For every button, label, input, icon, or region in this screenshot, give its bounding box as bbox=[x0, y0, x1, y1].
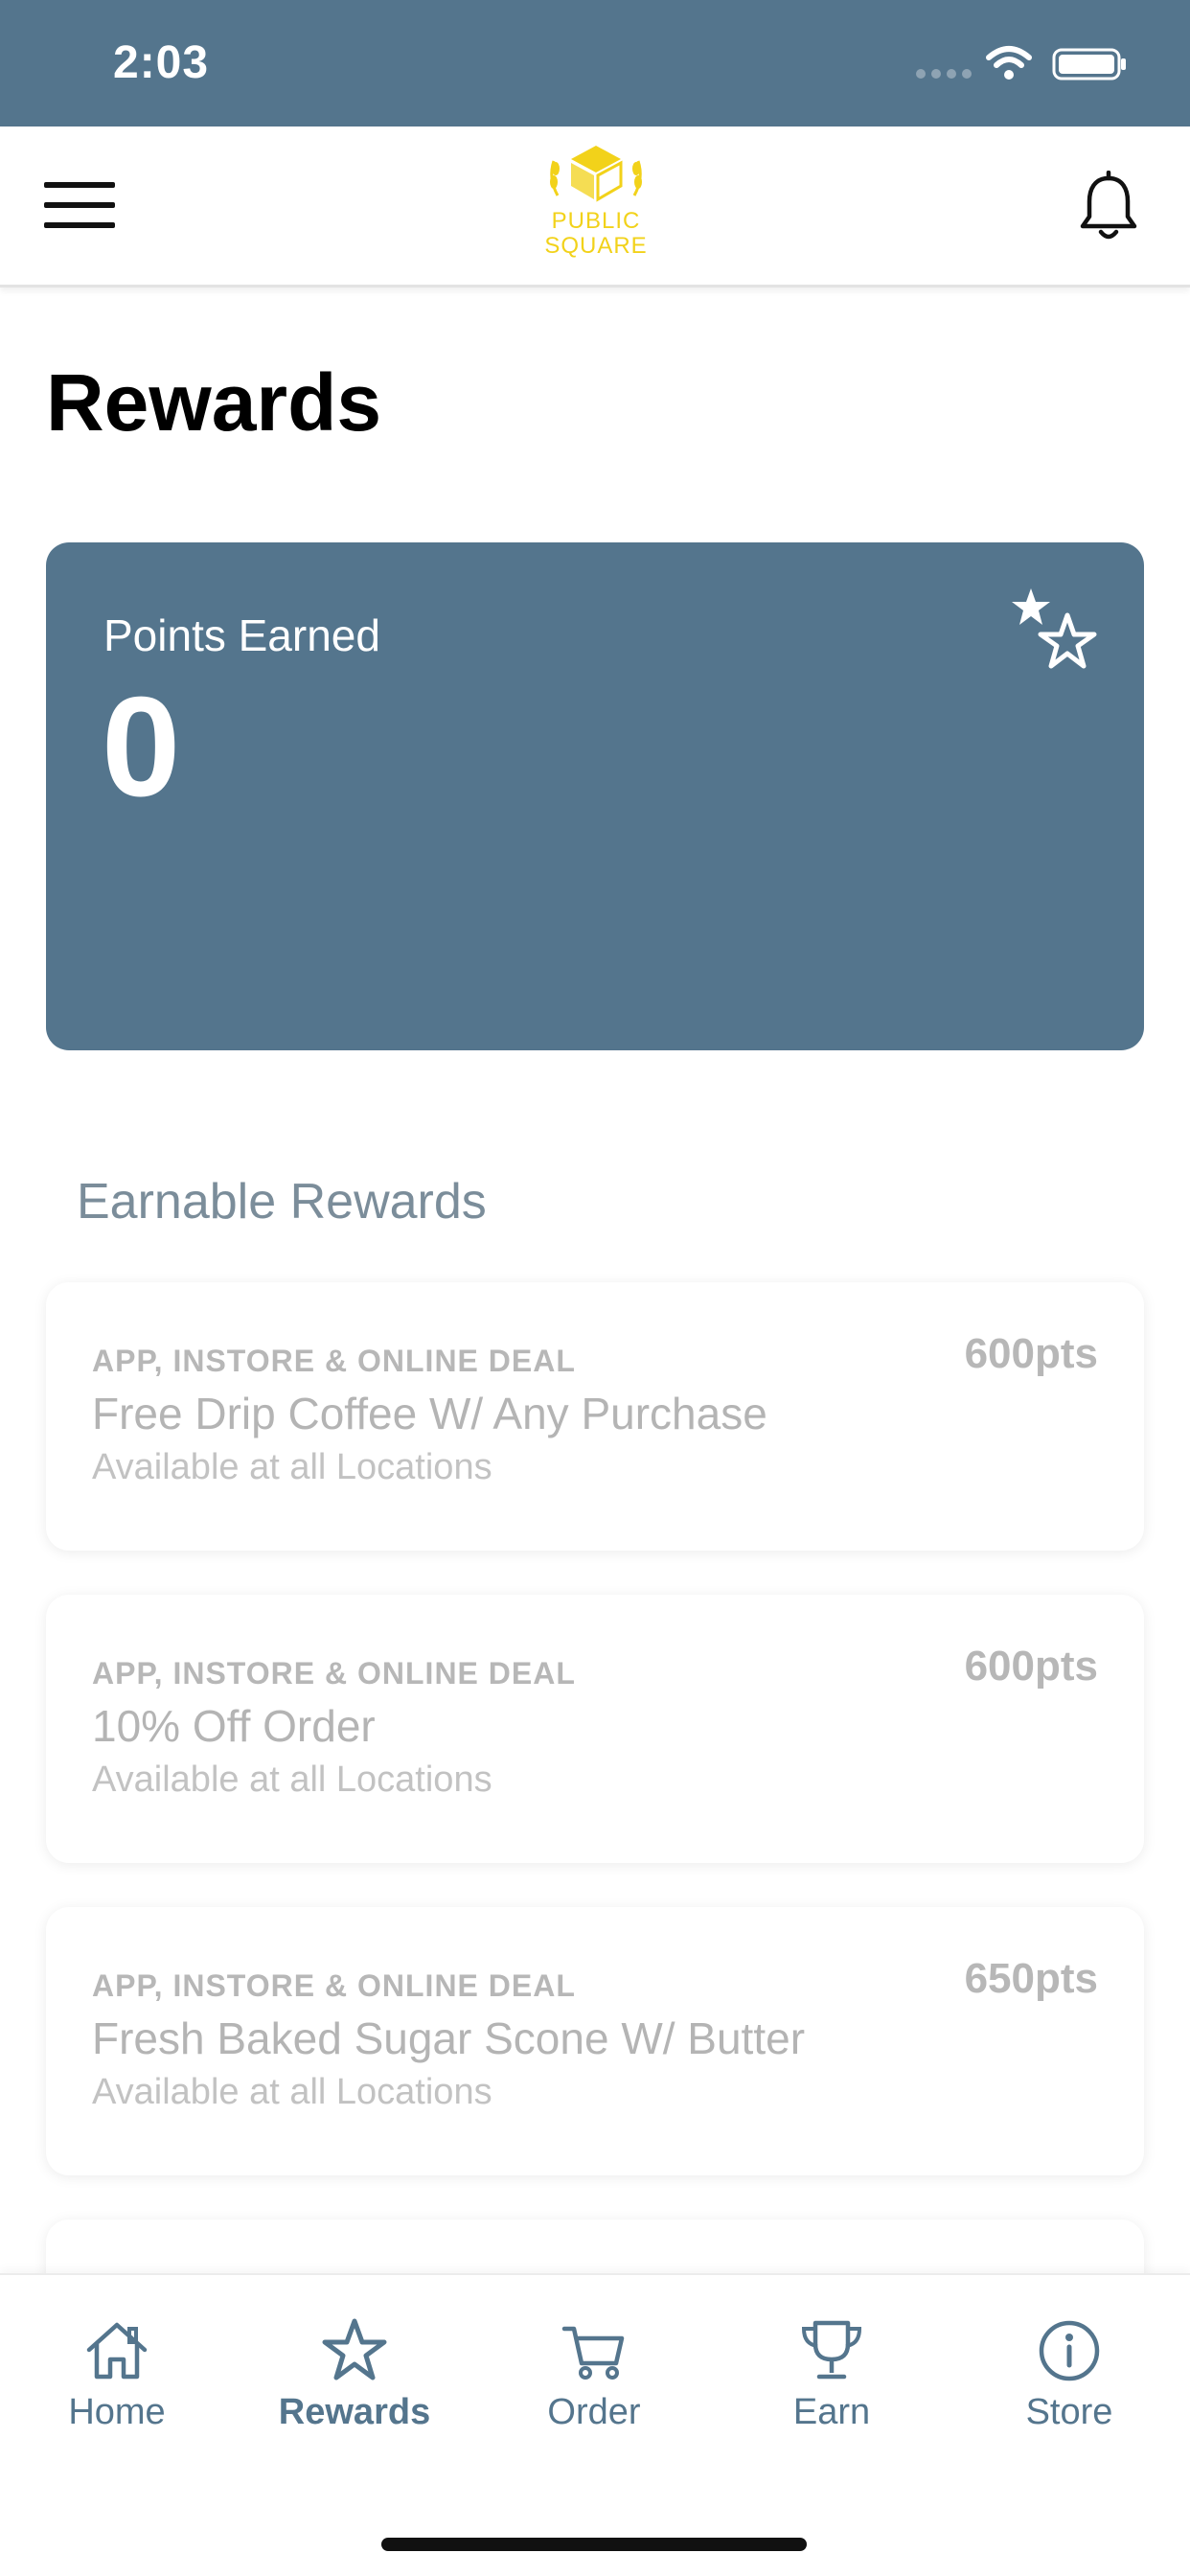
reward-location: Available at all Locations bbox=[92, 1760, 492, 1800]
cart-icon bbox=[561, 2326, 625, 2380]
reward-points: 650pts bbox=[964, 1955, 1098, 2002]
hamburger-menu-icon[interactable] bbox=[44, 182, 115, 234]
earnable-rewards-heading: Earnable Rewards bbox=[77, 1174, 487, 1230]
tab-store-label: Store bbox=[1025, 2392, 1113, 2432]
info-icon bbox=[1039, 2320, 1100, 2381]
reward-type: APP, INSTORE & ONLINE DEAL bbox=[92, 1656, 576, 1690]
star-icon bbox=[322, 2318, 387, 2380]
logo-text-public: PUBLIC bbox=[551, 208, 641, 234]
notification-bell-icon[interactable] bbox=[1077, 171, 1140, 243]
tab-store[interactable]: Store bbox=[973, 2315, 1165, 2440]
points-earned-label: Points Earned bbox=[103, 610, 380, 660]
reward-type: APP, INSTORE & ONLINE DEAL bbox=[92, 1344, 576, 1378]
tab-order-label: Order bbox=[547, 2392, 641, 2432]
reward-card[interactable]: APP, INSTORE & ONLINE DEAL Fresh Baked S… bbox=[46, 1907, 1144, 2175]
logo-text-square: SQUARE bbox=[544, 233, 648, 259]
points-earned-value: 0 bbox=[102, 668, 181, 826]
logo-mark-icon bbox=[550, 146, 642, 202]
wifi-icon bbox=[986, 46, 1032, 80]
reward-title: 10% Off Order bbox=[92, 1701, 376, 1751]
app-header: PUBLIC SQUARE bbox=[0, 126, 1190, 288]
stars-icon bbox=[1012, 588, 1097, 669]
tab-rewards-label: Rewards bbox=[278, 2392, 431, 2432]
tab-home-label: Home bbox=[68, 2392, 166, 2432]
rewards-screen: 2:03 PUBLIC SQUARE Rewards Points Earned… bbox=[0, 0, 1190, 2576]
tab-earn-label: Earn bbox=[792, 2392, 871, 2432]
reward-card[interactable]: APP, INSTORE & ONLINE DEAL 10% Off Order… bbox=[46, 1595, 1144, 1863]
reward-location: Available at all Locations bbox=[92, 2072, 492, 2112]
status-time: 2:03 bbox=[113, 37, 210, 88]
reward-points: 600pts bbox=[964, 1643, 1098, 1690]
tab-home[interactable]: Home bbox=[21, 2315, 213, 2440]
reward-location: Available at all Locations bbox=[92, 1447, 492, 1487]
trophy-icon bbox=[801, 2320, 862, 2380]
battery-icon bbox=[1052, 48, 1126, 80]
reward-card[interactable]: APP, INSTORE & ONLINE DEAL Free Drip Cof… bbox=[46, 1282, 1144, 1551]
bottom-tab-bar: Home Rewards Order Earn Store bbox=[0, 2273, 1190, 2576]
tab-order[interactable]: Order bbox=[498, 2315, 690, 2440]
page-title: Rewards bbox=[46, 357, 382, 448]
reward-title: Fresh Baked Sugar Scone W/ Butter bbox=[92, 2013, 806, 2063]
status-bar: 2:03 bbox=[0, 0, 1190, 126]
tab-rewards[interactable]: Rewards bbox=[259, 2315, 450, 2440]
tab-earn[interactable]: Earn bbox=[736, 2315, 927, 2440]
reward-points: 600pts bbox=[964, 1330, 1098, 1377]
public-square-logo: PUBLIC SQUARE bbox=[537, 140, 655, 274]
reward-type: APP, INSTORE & ONLINE DEAL bbox=[92, 1968, 576, 2003]
cellular-signal-icon bbox=[916, 69, 972, 79]
reward-title: Free Drip Coffee W/ Any Purchase bbox=[92, 1389, 767, 1438]
points-card: Points Earned 0 bbox=[46, 542, 1144, 1050]
home-indicator[interactable] bbox=[381, 2538, 807, 2551]
home-icon bbox=[86, 2322, 148, 2380]
